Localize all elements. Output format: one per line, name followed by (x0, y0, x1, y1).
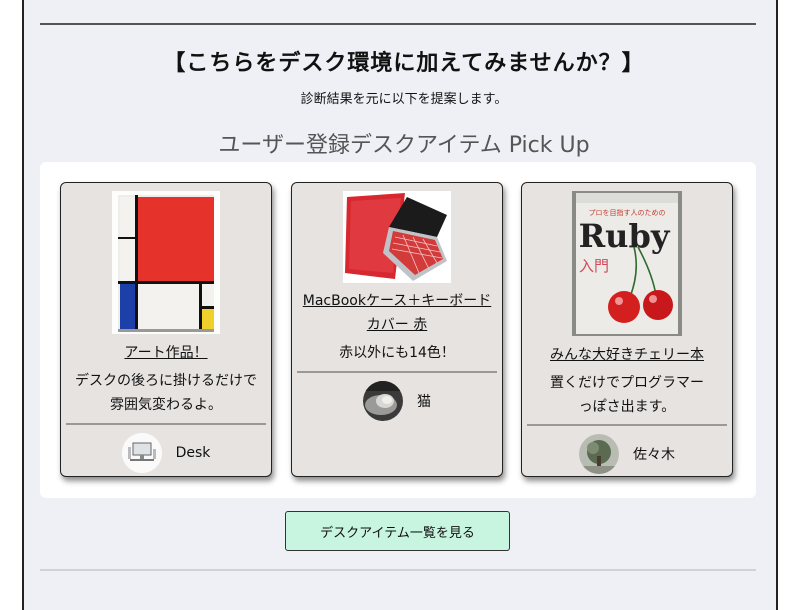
item-image-art[interactable] (112, 191, 220, 338)
item-card: アート作品！ デスクの後ろに掛けるだけで雰囲気変わるよ。 Desk (60, 182, 272, 477)
item-title-link[interactable]: みんな大好きチェリー本 (522, 343, 732, 367)
owner-avatar (363, 381, 403, 421)
top-divider (40, 23, 756, 25)
owner-name: 佐々木 (633, 447, 675, 463)
item-title-link[interactable]: アート作品！ (61, 341, 271, 365)
item-owner[interactable]: 猫 (292, 381, 502, 421)
item-description: 置くだけでプログラマーっぽさ出ます。 (550, 375, 704, 415)
pickup-title: ユーザー登録デスクアイテム Pick Up (218, 133, 590, 158)
item-description: デスクの後ろに掛けるだけで雰囲気変わるよ。 (75, 373, 257, 413)
owner-avatar (121, 433, 162, 473)
bottom-divider (40, 569, 756, 571)
item-image-macbook-case[interactable] (343, 191, 451, 287)
owner-avatar (579, 434, 619, 474)
item-description: 赤以外にも14色！ (339, 345, 455, 361)
item-card: プロを目指す人のための Ruby 入門 みんな大好きチェリー本 置くだけでプログ… (521, 182, 733, 477)
book-banner: プロを目指す人のための (589, 208, 666, 217)
card-divider (297, 371, 497, 373)
section-heading: 【こちらをデスク環境に加えてみませんか？】 (163, 51, 645, 76)
item-owner[interactable]: 佐々木 (522, 434, 732, 474)
book-subtitle: 入門 (579, 257, 609, 275)
item-title-link[interactable]: MacBookケース＋キーボードカバー 赤 (292, 289, 502, 337)
owner-name: 猫 (417, 394, 431, 410)
card-divider (527, 424, 727, 426)
view-desk-items-button[interactable]: デスクアイテム一覧を見る (285, 511, 510, 551)
item-image-ruby-book[interactable]: プロを目指す人のための Ruby 入門 (572, 191, 682, 340)
section-subheading: 診断結果を元に以下を提案します。 (300, 92, 508, 107)
card-divider (66, 423, 266, 425)
owner-name: Desk (175, 445, 211, 461)
book-title: Ruby (579, 217, 671, 255)
item-card: MacBookケース＋キーボードカバー 赤 赤以外にも14色！ 猫 (291, 182, 503, 477)
item-owner[interactable]: Desk (61, 433, 271, 473)
